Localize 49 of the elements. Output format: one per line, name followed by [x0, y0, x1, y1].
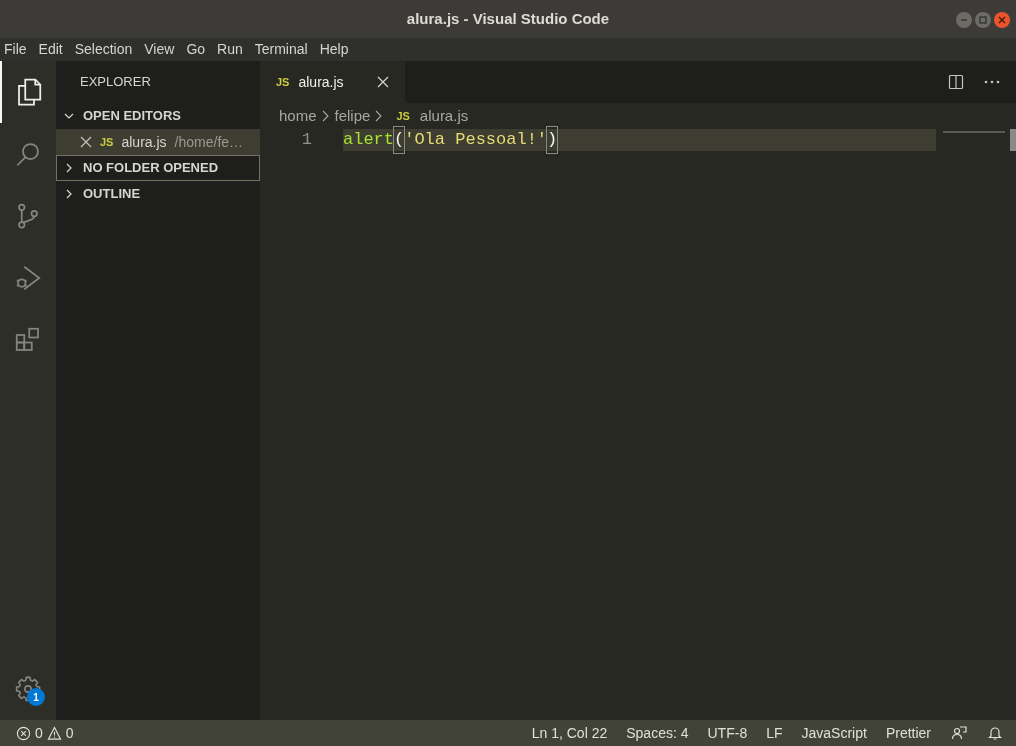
js-file-icon: JS	[396, 107, 410, 125]
breadcrumb-item[interactable]: felipe	[334, 104, 371, 128]
more-actions-icon[interactable]	[984, 80, 1000, 84]
menu-item[interactable]: Selection	[74, 39, 133, 60]
notification-badge: 1	[27, 688, 45, 706]
editor-tab[interactable]: JS alura.js	[260, 61, 405, 103]
sidebar-title: EXPLORER	[80, 73, 151, 92]
menu-item[interactable]: Run	[217, 39, 243, 60]
menu-item[interactable]: Go	[186, 39, 206, 60]
chevron-icon	[320, 109, 331, 123]
breadcrumb-item[interactable]: home	[279, 104, 317, 128]
line-number: 1	[300, 129, 312, 152]
minimize-icon	[960, 16, 968, 24]
menu-item[interactable]: Help	[319, 39, 349, 60]
feedback-icon[interactable]	[951, 725, 967, 741]
notification-bell-icon[interactable]	[987, 725, 1003, 741]
status-item[interactable]: UTF-8	[707, 722, 748, 744]
menu-item[interactable]: Terminal	[254, 39, 308, 60]
error-icon	[16, 725, 31, 741]
section-header[interactable]: OUTLINE	[56, 181, 260, 207]
menu-item[interactable]: View	[144, 39, 175, 60]
warning-count[interactable]: 0	[65, 722, 74, 744]
window-title: alura.js - Visual Studio Code	[406, 9, 610, 27]
close-icon	[998, 16, 1006, 24]
settings-icon[interactable]	[13, 674, 43, 704]
tab-label: alura.js	[298, 72, 344, 92]
js-file-icon: JS	[276, 73, 290, 91]
close-button[interactable]	[994, 12, 1010, 28]
close-icon[interactable]	[377, 76, 389, 88]
split-editor-icon[interactable]	[948, 74, 964, 90]
close-icon[interactable]	[80, 136, 92, 148]
status-item[interactable]: Ln 1, Col 22	[531, 722, 608, 744]
breadcrumb-item[interactable]: alura.js	[419, 104, 469, 128]
status-item[interactable]: LF	[766, 722, 783, 744]
status-item[interactable]: Prettier	[885, 722, 931, 744]
maximize-icon	[979, 16, 987, 24]
section-header[interactable]: NO FOLDER OPENED	[56, 155, 260, 181]
error-count[interactable]: 0	[35, 722, 43, 744]
menu-item[interactable]: Edit	[38, 39, 63, 60]
open-editor-item[interactable]: JS alura.js /home/fe…	[56, 129, 260, 155]
scrollbar	[1010, 129, 1016, 151]
status-item[interactable]: Spaces: 4	[626, 722, 689, 744]
file-name: alura.js	[121, 132, 167, 152]
js-file-icon: JS	[100, 133, 114, 151]
menu-item[interactable]: File	[4, 39, 27, 60]
status-item[interactable]: JavaScript	[801, 722, 867, 744]
section-header[interactable]: OPEN EDITORS	[56, 103, 260, 129]
warning-icon	[46, 725, 62, 741]
file-path: /home/fe…	[174, 132, 244, 152]
